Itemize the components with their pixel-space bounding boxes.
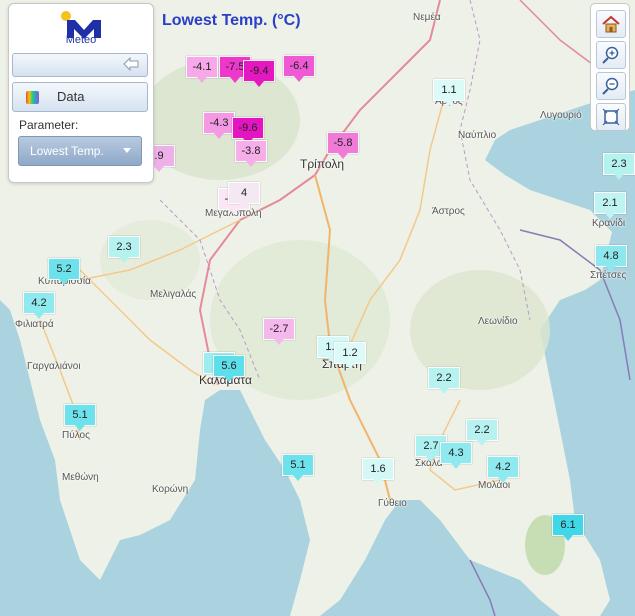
color-scale-icon (26, 91, 39, 104)
station-marker[interactable]: -5.8 (327, 132, 359, 159)
chevron-down-icon (123, 148, 131, 153)
home-button[interactable] (596, 10, 626, 38)
station-marker[interactable]: 4.2 (487, 456, 519, 483)
station-marker[interactable]: -4.3 (203, 112, 235, 139)
place-label: Νεμέα (413, 12, 441, 23)
zoom-out-icon (602, 77, 619, 95)
station-marker[interactable]: 6.1 (552, 514, 584, 541)
parameter-value: Lowest Temp. (30, 144, 104, 158)
station-marker[interactable]: 4.8 (595, 245, 627, 272)
place-label: Μεθώνη (62, 472, 99, 483)
back-arrow-icon (123, 57, 139, 71)
collapse-button[interactable] (12, 53, 148, 77)
map-toolbar (590, 3, 630, 131)
place-label: Γαργαλιάνοι (27, 361, 81, 372)
station-marker[interactable]: 2.2 (466, 419, 498, 446)
station-marker[interactable]: 4.2 (23, 292, 55, 319)
station-marker[interactable]: 2.1 (594, 192, 626, 219)
fullscreen-icon (602, 108, 620, 126)
station-marker[interactable]: -3.8 (235, 140, 267, 167)
logo-text: Meteo (65, 34, 97, 46)
control-panel: Meteo Data Parameter: Lowest Temp. (8, 3, 154, 183)
station-marker[interactable]: 5.1 (64, 404, 96, 431)
place-label: Ναύπλιο (458, 130, 497, 141)
station-marker[interactable]: 5.1 (282, 454, 314, 481)
station-marker[interactable]: -6.4 (283, 55, 315, 82)
parameter-select[interactable]: Lowest Temp. (18, 136, 142, 166)
zoom-out-button[interactable] (596, 72, 626, 100)
station-marker[interactable]: 4.3 (440, 442, 472, 469)
place-label: Μελιγαλάς (150, 289, 197, 300)
station-marker[interactable]: 2.2 (428, 367, 460, 394)
station-marker[interactable]: -9.6 (232, 117, 264, 144)
station-marker[interactable]: -4.1 (186, 56, 218, 83)
home-icon (602, 15, 620, 33)
place-label: Λυγουριό (540, 110, 582, 121)
place-label: Λεωνίδιο (478, 316, 518, 327)
data-button-label: Data (57, 89, 85, 104)
fullscreen-button[interactable] (596, 103, 626, 131)
place-label: Φιλιατρά (15, 319, 54, 330)
station-marker[interactable]: 1.2 (334, 342, 366, 369)
station-marker[interactable]: 2.3 (108, 236, 140, 263)
station-marker[interactable]: 1.1 (433, 79, 465, 106)
place-label: Κορώνη (152, 484, 189, 495)
data-button[interactable]: Data (12, 82, 148, 112)
place-label: Τρίπολη (300, 157, 345, 171)
station-marker[interactable]: 1.6 (362, 458, 394, 485)
place-label: Κρανίδι (592, 218, 626, 229)
parameter-label: Parameter: (19, 118, 79, 132)
station-marker[interactable]: -9.4 (243, 60, 275, 87)
zoom-in-icon (602, 46, 619, 64)
zoom-in-button[interactable] (596, 41, 626, 69)
station-marker[interactable]: 5.2 (48, 258, 80, 285)
map-title: Lowest Temp. (°C) (162, 12, 301, 29)
station-marker[interactable]: 5.6 (213, 355, 245, 382)
station-marker[interactable]: -2.7 (263, 318, 295, 345)
place-label: Γύθειο (378, 498, 407, 509)
station-marker[interactable]: 4 (228, 182, 260, 209)
station-marker[interactable]: 2.3 (603, 153, 635, 180)
place-label: Άστρος (432, 206, 465, 217)
place-label: Πύλος (62, 430, 90, 441)
